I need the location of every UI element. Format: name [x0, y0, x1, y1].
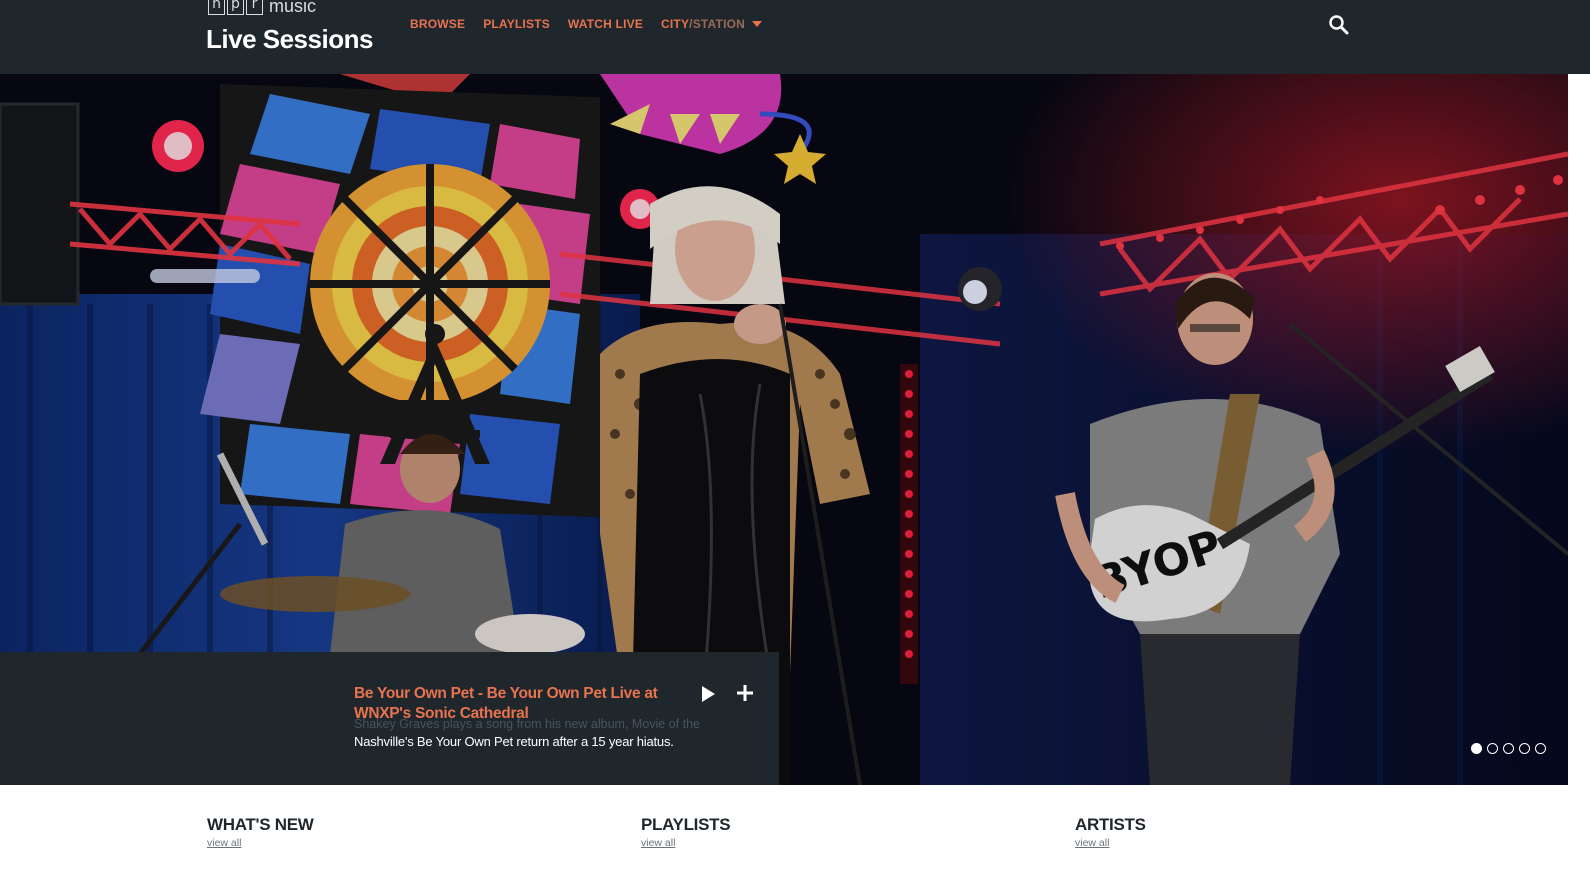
section-title: PLAYLISTS [641, 815, 731, 834]
search-icon[interactable] [1328, 14, 1350, 36]
chevron-down-icon [752, 21, 763, 27]
nav-city-label: CITY [661, 17, 690, 31]
carousel-pagination [1471, 743, 1546, 754]
site-header: n p r music Live Sessions BROWSE PLAYLIS… [0, 0, 1590, 74]
section-whats-new: WHAT'S NEW view all [207, 815, 314, 849]
nav-browse[interactable]: BROWSE [410, 17, 465, 31]
section-title: ARTISTS [1075, 815, 1146, 834]
carousel-dot-3[interactable] [1503, 743, 1514, 754]
logo-letter-p: p [227, 0, 244, 15]
nav-station-label: STATION [692, 17, 746, 31]
nav-playlists[interactable]: PLAYLISTS [483, 17, 550, 31]
nav-watch-live[interactable]: WATCH LIVE [568, 17, 643, 31]
carousel-dot-5[interactable] [1535, 743, 1546, 754]
hero-ghost-text: Shakey Graves plays a song from his new … [354, 717, 700, 731]
logo-letter-r: r [246, 0, 263, 15]
carousel-dot-2[interactable] [1487, 743, 1498, 754]
play-icon[interactable] [700, 685, 716, 703]
main-nav: BROWSE PLAYLISTS WATCH LIVE CITY / STATION [410, 17, 763, 31]
hero-carousel[interactable]: BYOP Be Your Own Pet - Be Your Own Pet L… [0, 74, 1568, 785]
section-playlists: PLAYLISTS view all [641, 815, 731, 849]
logo-letter-n: n [208, 0, 225, 15]
plus-icon[interactable] [736, 684, 754, 702]
npr-music-logo[interactable]: n p r music [208, 0, 316, 15]
page-title[interactable]: Live Sessions [206, 24, 373, 55]
view-all-link[interactable]: view all [207, 837, 314, 849]
logo-music-text: music [269, 0, 317, 16]
section-artists: ARTISTS view all [1075, 815, 1146, 849]
carousel-dot-4[interactable] [1519, 743, 1530, 754]
carousel-dot-1[interactable] [1471, 743, 1482, 754]
section-title: WHAT'S NEW [207, 815, 314, 834]
view-all-link[interactable]: view all [1075, 837, 1146, 849]
hero-description: Nashville's Be Your Own Pet return after… [354, 734, 674, 749]
page-gutter [1568, 74, 1590, 891]
view-all-link[interactable]: view all [641, 837, 730, 849]
nav-city-station-dropdown[interactable]: CITY / STATION [661, 17, 763, 31]
hero-caption-panel: Be Your Own Pet - Be Your Own Pet Live a… [0, 652, 779, 785]
